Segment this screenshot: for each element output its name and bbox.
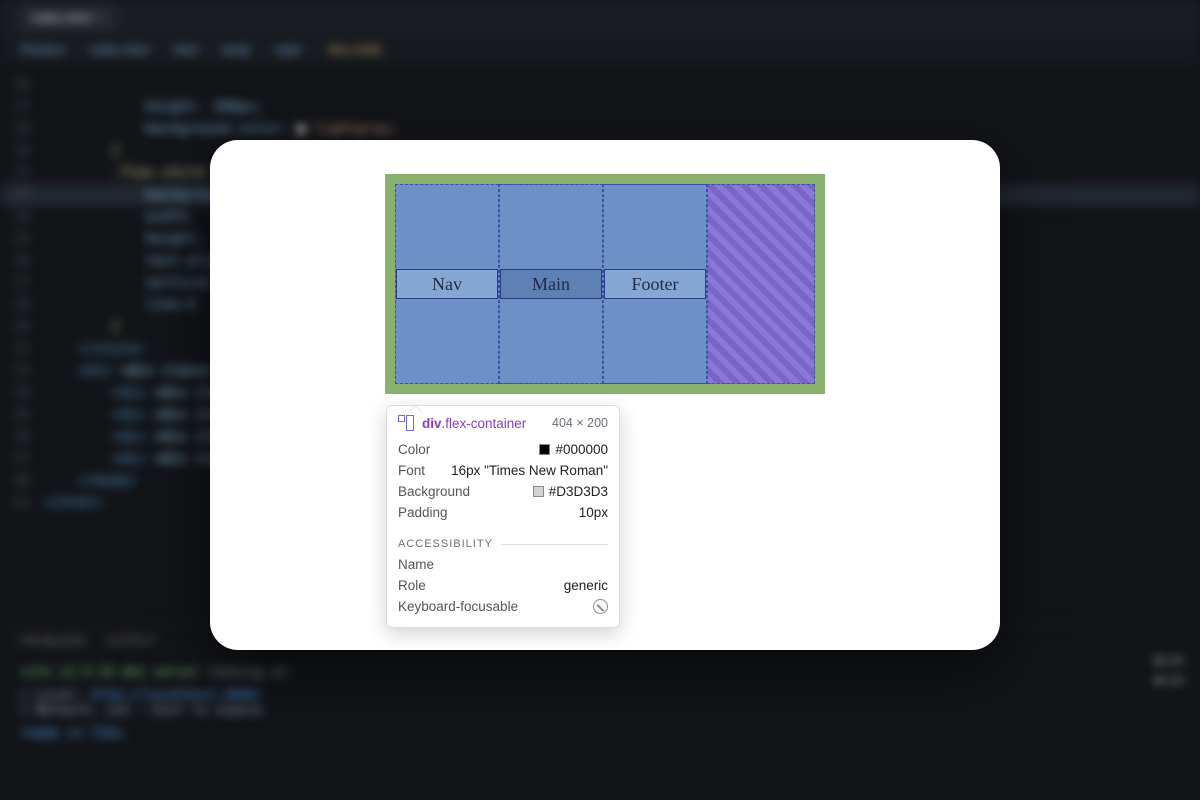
breadcrumb: Flexbox› index.html› html› body› style› … (0, 34, 1200, 64)
close-icon[interactable]: × (97, 10, 105, 25)
dimensions-label: 404 × 200 (552, 416, 608, 430)
flex-child-footer: Footer (603, 184, 707, 384)
flex-layout-icon (398, 415, 414, 431)
tab-problems[interactable]: PROBLEMS (20, 634, 87, 648)
flex-free-space (707, 184, 815, 384)
shell-entry[interactable]: ■ zsh (1149, 670, 1190, 690)
tooltip-row-padding: Padding 10px (398, 502, 608, 523)
tooltip-row-color: Color #000000 (398, 439, 608, 460)
not-focusable-icon (593, 599, 608, 614)
terminal-shell-list: ■ zsh ■ zsh (1149, 650, 1190, 690)
tooltip-row-name: Name (398, 554, 608, 575)
selector-label: div.flex-container (422, 416, 526, 431)
flex-child-main: Main (499, 184, 603, 384)
file-tab[interactable]: index.html × (20, 4, 117, 31)
flex-child-label: Footer (632, 274, 679, 295)
tooltip-row-role: Role generic (398, 575, 608, 596)
crumb[interactable]: Flexbox (20, 42, 66, 57)
crumb[interactable]: html (173, 42, 198, 57)
flex-child-label: Nav (432, 274, 462, 295)
color-swatch (539, 444, 550, 455)
shell-entry[interactable]: ■ zsh (1149, 650, 1190, 670)
color-swatch (533, 486, 544, 497)
tooltip-row-font: Font 16px "Times New Roman" (398, 460, 608, 481)
crumb[interactable]: style (275, 42, 302, 57)
tab-bar: index.html × (0, 0, 1200, 34)
tooltip-row-background: Background #D3D3D3 (398, 481, 608, 502)
crumb[interactable]: .flex-child (326, 42, 381, 57)
flex-child-nav: Nav (395, 184, 499, 384)
crumb[interactable]: index.html (90, 42, 149, 57)
tab-output[interactable]: OUTPUT (107, 634, 156, 648)
flex-child-label: Main (532, 274, 570, 295)
terminal[interactable]: vite v2.9.14 dev server running at: > Lo… (0, 655, 1200, 800)
flex-container-diagram: Nav Main Footer (385, 174, 825, 394)
tooltip-section-a11y: ACCESSIBILITY (387, 531, 619, 554)
crumb[interactable]: body (222, 42, 250, 57)
tab-filename: index.html (32, 10, 91, 25)
tooltip-row-keyboard: Keyboard-focusable (398, 596, 608, 617)
element-inspector-tooltip: div.flex-container 404 × 200 Color #0000… (386, 405, 620, 628)
